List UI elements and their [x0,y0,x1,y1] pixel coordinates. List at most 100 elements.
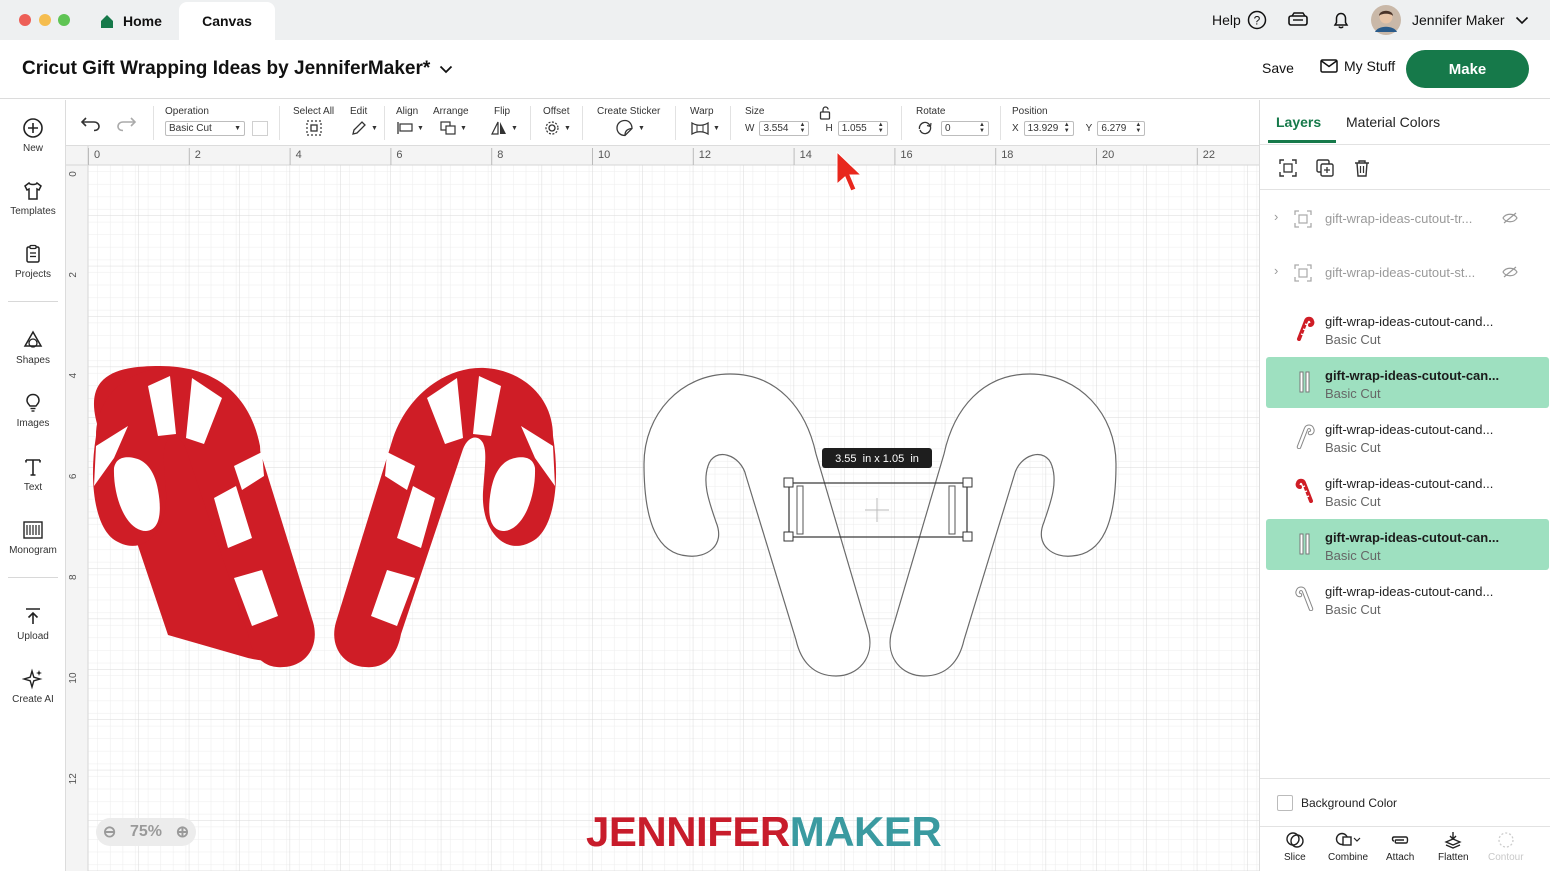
chevron-down-icon [1515,16,1528,25]
my-stuff-button[interactable]: My Stuff [1320,58,1395,74]
sidebar-item-label: Text [23,482,43,493]
sidebar-item-monogram[interactable]: Monogram [0,519,66,556]
combine-icon [1335,832,1361,846]
make-button[interactable]: Make [1406,50,1529,88]
redo-button[interactable] [115,114,137,137]
stepper-icon[interactable]: ▲ ▼ [878,122,884,134]
attach-button[interactable]: Attach [1386,831,1414,863]
background-color-checkbox[interactable] [1277,795,1293,811]
close-window-button[interactable] [19,14,31,26]
operation-select[interactable]: Basic Cut ▼ [165,120,245,136]
layer-operation: Basic Cut [1325,602,1381,617]
sidebar-item-images[interactable]: Images [0,392,66,429]
tab-home-label: Home [123,13,162,29]
sidebar-divider [8,577,58,578]
create-sticker-control[interactable]: Create Sticker ▼ [597,106,660,137]
select-all-control[interactable]: Select All [293,106,334,136]
chevron-right-icon[interactable]: › [1274,209,1278,224]
background-color-label: Background Color [1301,796,1398,810]
project-header: Cricut Gift Wrapping Ideas by JenniferMa… [0,40,1550,99]
size-control: Size W 3.554 ▲ ▼ H 1.055 ▲ ▼ [745,106,888,136]
select-all-icon [306,120,322,136]
layer-group-row[interactable]: › gift-wrap-ideas-cutout-tr... [1266,193,1549,244]
notifications-button[interactable] [1331,0,1351,40]
sidebar-item-shapes[interactable]: Shapes [0,329,66,366]
delete-button[interactable] [1352,158,1372,183]
layer-row-selected[interactable]: gift-wrap-ideas-cutout-can... Basic Cut [1266,519,1549,570]
align-control[interactable]: Align ▼ [396,106,424,136]
resize-handle-top-right[interactable] [962,477,973,488]
tab-layers[interactable]: Layers [1276,114,1321,130]
machine-button[interactable] [1287,0,1309,40]
layer-group-row[interactable]: › gift-wrap-ideas-cutout-st... [1266,247,1549,298]
contour-button[interactable]: Contour [1488,831,1524,863]
height-input[interactable]: 1.055 ▲ ▼ [837,120,888,136]
maximize-window-button[interactable] [58,14,70,26]
tab-material-colors[interactable]: Material Colors [1346,114,1440,130]
canvas-surface[interactable]: 0 2 4 6 8 10 12 14 16 18 20 22 0 2 4 6 8 10 12 [66,146,1259,871]
ruler-tick-label: 16 [900,149,912,161]
project-title-menu[interactable]: Cricut Gift Wrapping Ideas by JenniferMa… [22,58,453,80]
sidebar-item-upload[interactable]: Upload [0,605,66,642]
jennifermaker-watermark: JENNIFERMAKER [586,808,942,856]
zoom-in-button[interactable]: ⊕ [176,822,189,842]
lock-proportions-button[interactable] [819,106,831,125]
position-x-input[interactable]: 13.929 ▲ ▼ [1023,120,1074,136]
home-icon [101,14,113,28]
resize-handle-bottom-left[interactable] [783,531,794,542]
resize-handle-bottom-right[interactable] [962,531,973,542]
stepper-icon[interactable]: ▲ ▼ [979,122,985,134]
sidebar-item-projects[interactable]: Projects [0,243,66,280]
sparkle-icon [22,668,43,690]
flatten-button[interactable]: Flatten [1438,831,1469,863]
eye-hidden-icon[interactable] [1502,266,1518,278]
sidebar-item-templates[interactable]: Templates [0,180,66,217]
candy-cane-outline-thumbnail-icon [1295,586,1314,611]
user-menu[interactable]: Jennifer Maker [1370,0,1529,40]
stepper-icon[interactable]: ▲ ▼ [800,122,806,134]
position-y-input[interactable]: 6.279 ▲ ▼ [1097,120,1146,136]
duplicate-button[interactable] [1315,158,1335,183]
stepper-icon[interactable]: ▲ ▼ [1064,122,1070,134]
sidebar-item-text[interactable]: Text [0,456,66,493]
stepper-icon[interactable]: ▲ ▼ [1135,122,1141,134]
edit-control[interactable]: Edit ▼ [350,106,378,136]
help-label: Help [1212,12,1241,28]
tab-home[interactable]: Home [85,2,177,40]
tab-canvas[interactable]: Canvas [179,2,275,40]
group-button[interactable] [1278,158,1298,183]
eye-hidden-icon[interactable] [1502,212,1518,224]
sidebar-item-label: Images [16,418,50,429]
layer-row[interactable]: gift-wrap-ideas-cutout-cand... Basic Cut [1266,573,1549,624]
layer-row-selected[interactable]: gift-wrap-ideas-cutout-can... Basic Cut [1266,357,1549,408]
ruler-tick-label: 0 [94,149,100,161]
paperclip-icon [1391,836,1409,844]
size-label: Size [745,106,765,117]
minimize-window-button[interactable] [39,14,51,26]
flip-control[interactable]: Flip ▼ [491,106,518,136]
save-button[interactable]: Save [1262,60,1294,76]
help-button[interactable]: Help ? [1212,0,1267,40]
layer-row[interactable]: gift-wrap-ideas-cutout-cand... Basic Cut [1266,411,1549,462]
combine-button[interactable]: Combine [1328,831,1368,863]
rotate-input[interactable]: 0 ▲ ▼ [941,120,989,136]
layer-row[interactable]: gift-wrap-ideas-cutout-cand... Basic Cut [1266,303,1549,354]
ruler-tick-label: 8 [68,574,79,580]
slice-button[interactable]: Slice [1284,831,1306,863]
operation-color-swatch[interactable] [252,120,268,136]
arrange-control[interactable]: Arrange ▼ [433,106,469,136]
width-input[interactable]: 3.554 ▲ ▼ [759,120,810,136]
sidebar-item-create-ai[interactable]: Create AI [0,668,66,705]
ruler-left [66,146,88,871]
monogram-icon [23,521,43,539]
offset-control[interactable]: Offset ▼ [543,106,571,136]
zoom-out-button[interactable]: ⊖ [103,822,116,842]
resize-handle-top-left[interactable] [783,477,794,488]
avatar [1371,5,1401,35]
sidebar-item-new[interactable]: New [0,117,66,154]
warp-control[interactable]: Warp ▼ [690,106,720,136]
chevron-right-icon[interactable]: › [1274,263,1278,278]
undo-button[interactable] [80,114,102,137]
layer-row[interactable]: gift-wrap-ideas-cutout-cand... Basic Cut [1266,465,1549,516]
design-canvas[interactable]: 0 2 4 6 8 10 12 14 16 18 20 22 0 2 4 6 8 10 12 [66,146,1259,871]
